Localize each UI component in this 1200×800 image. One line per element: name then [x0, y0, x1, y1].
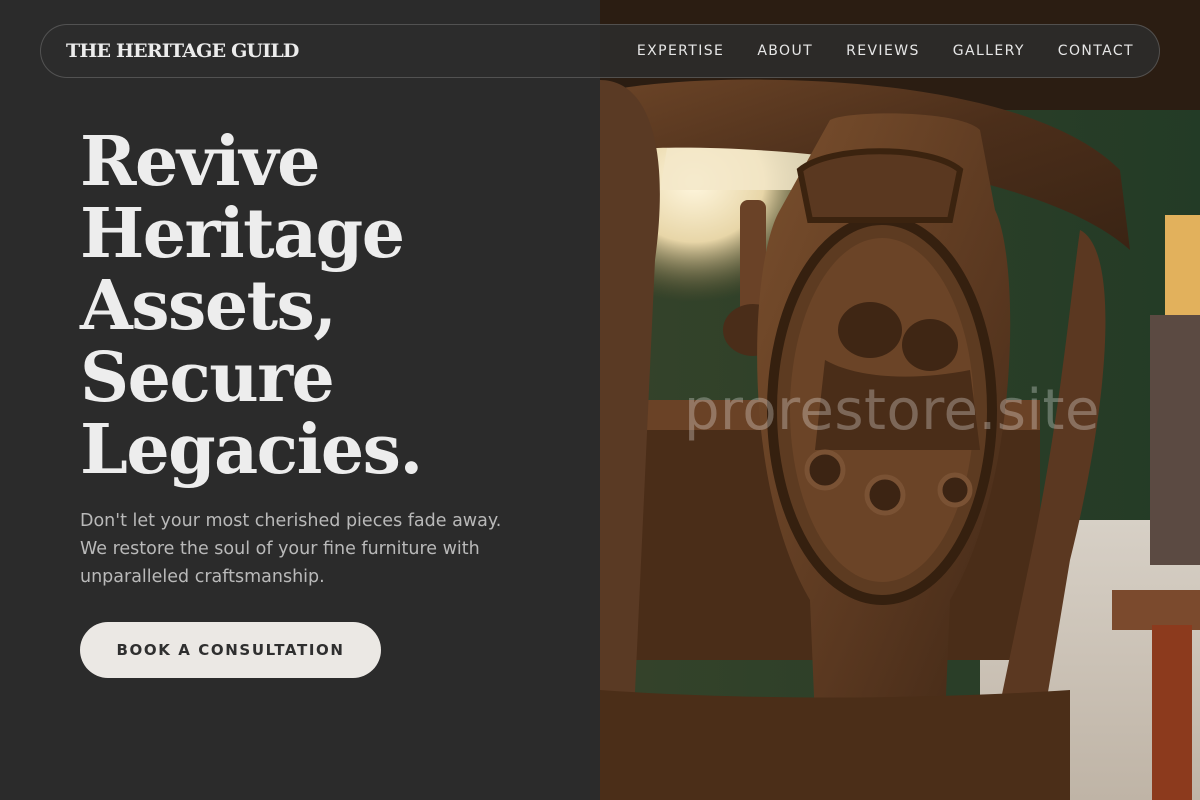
- brand-logo[interactable]: THE HERITAGE GUILD: [66, 40, 299, 62]
- main-nav: EXPERTISE ABOUT REVIEWS GALLERY CONTACT: [637, 43, 1134, 59]
- top-navigation: THE HERITAGE GUILD EXPERTISE ABOUT REVIE…: [40, 24, 1160, 78]
- book-consultation-button[interactable]: BOOK A CONSULTATION: [80, 622, 381, 678]
- watermark-text: prorestore.site: [684, 378, 1100, 443]
- hero-panel: Revive Heritage Assets, Secure Legacies.…: [0, 0, 600, 800]
- nav-reviews[interactable]: REVIEWS: [846, 43, 920, 59]
- nav-expertise[interactable]: EXPERTISE: [637, 43, 724, 59]
- nav-about[interactable]: ABOUT: [757, 43, 813, 59]
- hero-headline: Revive Heritage Assets, Secure Legacies.: [80, 126, 560, 486]
- nav-contact[interactable]: CONTACT: [1058, 43, 1134, 59]
- headline-line: Secure: [80, 338, 335, 418]
- headline-line: Heritage: [80, 194, 405, 274]
- hero-image: prorestore.site: [600, 0, 1200, 800]
- nav-gallery[interactable]: GALLERY: [953, 43, 1025, 59]
- headline-line: Assets,: [80, 266, 337, 346]
- hero-subtitle: Don't let your most cherished pieces fad…: [80, 511, 502, 587]
- headline-line: Legacies.: [80, 410, 423, 490]
- headline-line: Revive: [80, 122, 320, 202]
